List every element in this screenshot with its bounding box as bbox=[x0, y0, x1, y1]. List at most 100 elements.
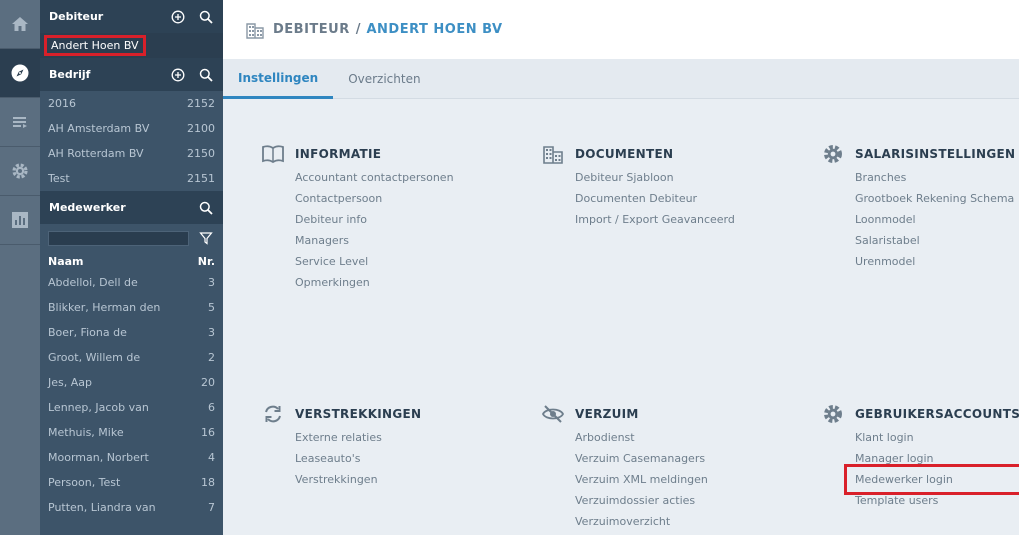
search-debiteur-icon[interactable] bbox=[199, 10, 213, 24]
medewerker-number: 6 bbox=[208, 401, 215, 414]
bedrijf-number: 2100 bbox=[187, 122, 215, 135]
medewerker-name: Moorman, Norbert bbox=[48, 451, 149, 464]
medewerker-name: Jes, Aap bbox=[48, 376, 92, 389]
breadcrumb-debiteur[interactable]: DEBITEUR bbox=[273, 22, 350, 37]
bedrijf-number: 2151 bbox=[187, 172, 215, 185]
breadcrumb-current: ANDERT HOEN BV bbox=[366, 22, 503, 37]
link-verzuimdossier-acties[interactable]: Verzuimdossier acties bbox=[575, 490, 708, 511]
link-verzuim-casemanagers[interactable]: Verzuim Casemanagers bbox=[575, 448, 708, 469]
add-debiteur-icon[interactable] bbox=[171, 10, 185, 24]
link-loonmodel[interactable]: Loonmodel bbox=[855, 209, 1015, 230]
rail-list[interactable] bbox=[0, 98, 40, 147]
column-nr[interactable]: Nr. bbox=[198, 255, 215, 268]
link-externe-relaties[interactable]: Externe relaties bbox=[295, 427, 421, 448]
rail-compass[interactable] bbox=[0, 49, 40, 98]
link-contactpersoon[interactable]: Contactpersoon bbox=[295, 188, 454, 209]
medewerker-row[interactable]: Boer, Fiona de 3 bbox=[40, 320, 223, 345]
card-informatie: INFORMATIE Accountant contactpersonen Co… bbox=[261, 144, 454, 293]
bedrijf-row[interactable]: 2016 2152 bbox=[40, 91, 223, 116]
link-accountant-contactpersonen[interactable]: Accountant contactpersonen bbox=[295, 167, 454, 188]
bedrijf-header: Bedrijf bbox=[40, 58, 223, 91]
link-salaristabel[interactable]: Salaristabel bbox=[855, 230, 1015, 251]
filter-icon[interactable] bbox=[199, 231, 213, 245]
building-icon bbox=[543, 146, 563, 164]
building-icon bbox=[246, 22, 264, 39]
medewerker-number: 20 bbox=[201, 376, 215, 389]
medewerker-filter-input[interactable] bbox=[48, 230, 189, 246]
medewerker-row[interactable]: Moorman, Norbert 4 bbox=[40, 445, 223, 470]
gear-icon bbox=[12, 163, 28, 179]
link-debiteur-info[interactable]: Debiteur info bbox=[295, 209, 454, 230]
medewerker-row[interactable]: Abdelloi, Dell de 3 bbox=[40, 270, 223, 295]
medewerker-row[interactable]: Persoon, Test 18 bbox=[40, 470, 223, 495]
sidebar-panel: Debiteur Andert Hoen BV Bedrijf 2016 2152… bbox=[40, 0, 223, 535]
bedrijf-name: AH Rotterdam BV bbox=[48, 147, 144, 160]
medewerker-row[interactable]: Lennep, Jacob van 6 bbox=[40, 395, 223, 420]
debiteur-header: Debiteur bbox=[40, 0, 223, 33]
card-salaris-title: SALARISINSTELLINGEN bbox=[855, 147, 1016, 161]
bedrijf-name: AH Amsterdam BV bbox=[48, 122, 150, 135]
column-name[interactable]: Naam bbox=[48, 255, 84, 268]
gear-icon bbox=[824, 145, 842, 163]
medewerker-row[interactable]: Blikker, Herman den 5 bbox=[40, 295, 223, 320]
medewerker-name: Persoon, Test bbox=[48, 476, 121, 489]
selected-debiteur[interactable]: Andert Hoen BV bbox=[40, 33, 223, 58]
medewerker-name: Blikker, Herman den bbox=[48, 301, 161, 314]
medewerker-number: 5 bbox=[208, 301, 215, 314]
eye-slash-icon bbox=[541, 405, 565, 423]
link-debiteur-sjabloon[interactable]: Debiteur Sjabloon bbox=[575, 167, 735, 188]
link-template-users[interactable]: Template users bbox=[855, 490, 1019, 511]
debiteur-title: Debiteur bbox=[49, 10, 104, 23]
card-verstrekkingen: VERSTREKKINGEN Externe relaties Leaseaut… bbox=[261, 404, 421, 490]
link-urenmodel[interactable]: Urenmodel bbox=[855, 251, 1015, 272]
rail-home[interactable] bbox=[0, 0, 40, 49]
link-klant-login[interactable]: Klant login bbox=[855, 427, 1019, 448]
link-verstrekkingen[interactable]: Verstrekkingen bbox=[295, 469, 421, 490]
link-leaseautos[interactable]: Leaseauto's bbox=[295, 448, 421, 469]
bedrijf-name: Test bbox=[48, 172, 70, 185]
link-managers[interactable]: Managers bbox=[295, 230, 454, 251]
medewerker-name: Boer, Fiona de bbox=[48, 326, 127, 339]
bedrijf-row[interactable]: AH Rotterdam BV 2150 bbox=[40, 141, 223, 166]
link-manager-login[interactable]: Manager login bbox=[855, 448, 1019, 469]
link-verzuimoverzicht[interactable]: Verzuimoverzicht bbox=[575, 511, 708, 532]
bedrijf-row[interactable]: AH Amsterdam BV 2100 bbox=[40, 116, 223, 141]
medewerker-row[interactable]: Jes, Aap 20 bbox=[40, 370, 223, 395]
card-documenten-title: DOCUMENTEN bbox=[575, 147, 674, 161]
link-grootboek[interactable]: Grootboek Rekening Schema bbox=[855, 188, 1015, 209]
book-icon bbox=[262, 145, 284, 164]
medewerker-filter bbox=[40, 224, 223, 252]
medewerker-columns: Naam Nr. bbox=[40, 252, 223, 270]
card-verzuim-title: VERZUIM bbox=[575, 407, 639, 421]
link-opmerkingen[interactable]: Opmerkingen bbox=[295, 272, 454, 293]
compass-icon bbox=[11, 64, 29, 82]
medewerker-number: 3 bbox=[208, 326, 215, 339]
medewerker-row[interactable]: Methuis, Mike 16 bbox=[40, 420, 223, 445]
medewerker-row[interactable]: Groot, Willem de 2 bbox=[40, 345, 223, 370]
link-arbodienst[interactable]: Arbodienst bbox=[575, 427, 708, 448]
link-service-level[interactable]: Service Level bbox=[295, 251, 454, 272]
search-medewerker-icon[interactable] bbox=[199, 201, 213, 215]
card-verstrekkingen-title: VERSTREKKINGEN bbox=[295, 407, 422, 421]
link-verzuim-xml[interactable]: Verzuim XML meldingen bbox=[575, 469, 708, 490]
main-content: INFORMATIE Accountant contactpersonen Co… bbox=[223, 100, 1019, 535]
search-bedrijf-icon[interactable] bbox=[199, 68, 213, 82]
medewerker-number: 4 bbox=[208, 451, 215, 464]
bedrijf-number: 2152 bbox=[187, 97, 215, 110]
link-documenten-debiteur[interactable]: Documenten Debiteur bbox=[575, 188, 735, 209]
medewerker-name: Methuis, Mike bbox=[48, 426, 124, 439]
link-branches[interactable]: Branches bbox=[855, 167, 1015, 188]
selected-debiteur-label: Andert Hoen BV bbox=[44, 35, 146, 56]
card-informatie-title: INFORMATIE bbox=[295, 147, 382, 161]
tab-instellingen[interactable]: Instellingen bbox=[223, 59, 334, 99]
add-bedrijf-icon[interactable] bbox=[171, 68, 185, 82]
medewerker-name: Groot, Willem de bbox=[48, 351, 141, 364]
bedrijf-row[interactable]: Test 2151 bbox=[40, 166, 223, 191]
rail-reports[interactable] bbox=[0, 196, 40, 245]
rail-settings[interactable] bbox=[0, 147, 40, 196]
link-import-export[interactable]: Import / Export Geavanceerd bbox=[575, 209, 735, 230]
tab-overzichten[interactable]: Overzichten bbox=[333, 59, 435, 99]
bedrijf-title: Bedrijf bbox=[49, 68, 91, 81]
medewerker-row[interactable]: Putten, Liandra van 7 bbox=[40, 495, 223, 520]
link-medewerker-login[interactable]: Medewerker login bbox=[843, 464, 1019, 495]
